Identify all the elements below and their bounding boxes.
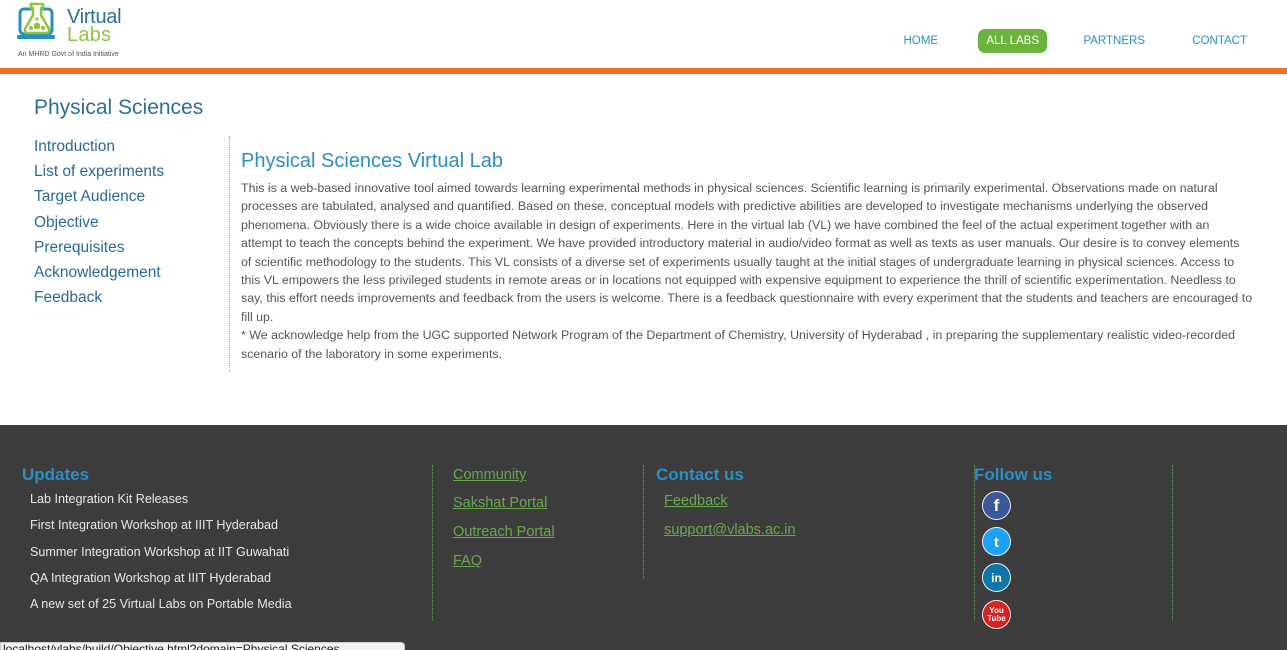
lab-description: Physical Sciences Virtual Lab This is a …: [241, 150, 1253, 363]
update-item[interactable]: Summer Integration Workshop at IIT Guwah…: [30, 545, 292, 571]
site-footer: Updates Lab Integration Kit Releases Fir…: [0, 425, 1287, 650]
logo-tagline: An MHRD Govt of India Initiative: [18, 51, 119, 58]
contact-heading: Contact us: [656, 465, 744, 484]
page-title: Physical Sciences: [34, 96, 204, 119]
faq-link[interactable]: FAQ: [453, 553, 482, 569]
sidebar-item-feedback[interactable]: Feedback: [34, 287, 224, 312]
outreach-portal-link[interactable]: Outreach Portal: [453, 524, 555, 540]
update-item[interactable]: First Integration Workshop at IIIT Hyder…: [30, 518, 292, 544]
sidebar-item-acknowledgement[interactable]: Acknowledgement: [34, 262, 224, 287]
logo-title-line2: Labs: [67, 24, 112, 46]
nav-all-labs[interactable]: ALL LABS: [978, 29, 1047, 53]
footer-divider: [432, 465, 433, 621]
twitter-icon[interactable]: t: [982, 527, 1011, 556]
sidebar-divider: [229, 136, 230, 372]
virtual-labs-logo[interactable]: Virtual Labs An MHRD Govt of India Initi…: [17, 2, 137, 62]
footer-divider: [1172, 465, 1173, 621]
update-item[interactable]: Lab Integration Kit Releases: [30, 492, 292, 518]
update-item[interactable]: A new set of 25 Virtual Labs on Portable…: [30, 597, 292, 623]
header-accent-bar: [0, 68, 1287, 74]
sidebar-item-target-audience[interactable]: Target Audience: [34, 186, 224, 211]
facebook-icon[interactable]: f: [982, 491, 1011, 520]
nav-home[interactable]: HOME: [904, 29, 939, 53]
youtube-icon-text-bottom: Tube: [987, 613, 1006, 623]
content-heading: Physical Sciences Virtual Lab: [241, 150, 503, 172]
sidebar-item-prerequisites[interactable]: Prerequisites: [34, 237, 224, 262]
sakshat-portal-link[interactable]: Sakshat Portal: [453, 495, 547, 511]
flask-logo-icon: [17, 2, 55, 39]
acknowledgement-paragraph: * We acknowledge help from the UGC suppo…: [241, 328, 1236, 361]
community-link[interactable]: Community: [453, 467, 526, 483]
follow-heading: Follow us: [974, 465, 1053, 484]
linkedin-icon[interactable]: in: [982, 563, 1011, 592]
updates-list: Lab Integration Kit Releases First Integ…: [30, 492, 292, 623]
sidebar-item-objective[interactable]: Objective: [34, 212, 224, 237]
footer-divider: [974, 465, 975, 621]
youtube-icon[interactable]: You Tube: [982, 600, 1011, 629]
update-item[interactable]: QA Integration Workshop at IIIT Hyderaba…: [30, 571, 292, 597]
feedback-link[interactable]: Feedback: [664, 493, 728, 509]
sidebar-item-introduction[interactable]: Introduction: [34, 136, 224, 161]
site-header: Virtual Labs An MHRD Govt of India Initi…: [0, 0, 1287, 68]
intro-paragraph: This is a web-based innovative tool aime…: [241, 181, 1253, 324]
footer-divider: [643, 465, 644, 579]
browser-status-bar: localhost/vlabs/build/Objective.html?dom…: [0, 642, 405, 650]
updates-heading: Updates: [22, 465, 90, 484]
sidebar-item-list-of-experiments[interactable]: List of experiments: [34, 161, 224, 186]
lab-sidebar: Introduction List of experiments Target …: [34, 136, 224, 312]
nav-partners[interactable]: PARTNERS: [1083, 29, 1145, 53]
support-email-link[interactable]: support@vlabs.ac.in: [664, 522, 796, 538]
nav-contact[interactable]: CONTACT: [1192, 29, 1247, 53]
